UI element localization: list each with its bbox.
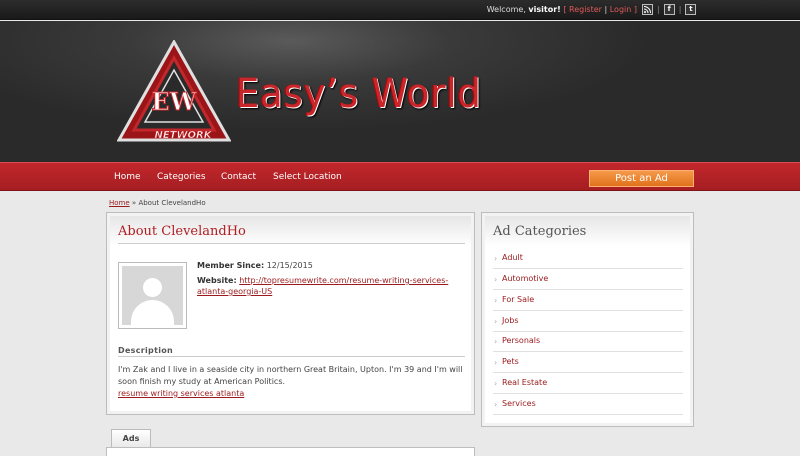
nav-contact[interactable]: Contact bbox=[221, 172, 256, 182]
website-link-line1: http://topresumewrite.com/resume-writing… bbox=[239, 276, 449, 285]
site-title[interactable]: Easy’s World bbox=[236, 71, 482, 117]
category-label: Jobs bbox=[502, 316, 519, 325]
breadcrumb-current: About ClevelandHo bbox=[138, 199, 206, 207]
sidebar-item-personals[interactable]: › Personals bbox=[493, 331, 683, 352]
chevron-right-icon: › bbox=[494, 296, 498, 305]
title-divider bbox=[118, 243, 465, 244]
breadcrumb-separator: » bbox=[131, 199, 137, 207]
description-heading: Description bbox=[118, 346, 174, 355]
category-label: Personals bbox=[502, 336, 541, 345]
description: I'm Zak and I live in a seaside city in … bbox=[118, 364, 468, 400]
chevron-right-icon: › bbox=[494, 254, 498, 263]
facebook-icon[interactable]: f bbox=[663, 4, 675, 15]
sidebar-item-automotive[interactable]: › Automotive bbox=[493, 269, 683, 290]
sidebar-item-for-sale[interactable]: › For Sale bbox=[493, 290, 683, 311]
site-header: EW NETWORK Easy’s World bbox=[0, 21, 800, 162]
sidebar-item-jobs[interactable]: › Jobs bbox=[493, 311, 683, 332]
post-ad-button[interactable]: Post an Ad bbox=[589, 170, 694, 187]
top-bar: Welcome, visitor! [ Register | Login ] |… bbox=[0, 0, 800, 20]
ew-triangle-logo: EW NETWORK bbox=[116, 38, 232, 142]
ads-tab-panel bbox=[106, 447, 475, 456]
category-label: Automotive bbox=[502, 274, 549, 283]
social-separator: | bbox=[678, 5, 682, 14]
avatar bbox=[118, 262, 187, 329]
chevron-right-icon: › bbox=[494, 337, 498, 346]
category-label: Services bbox=[502, 399, 536, 408]
rss-icon[interactable] bbox=[642, 4, 653, 15]
sidebar-item-services[interactable]: › Services bbox=[493, 394, 683, 415]
chevron-right-icon: › bbox=[494, 275, 498, 284]
bracket-open: [ bbox=[563, 5, 567, 14]
logo-center-text: EW bbox=[151, 87, 197, 116]
breadcrumb-home[interactable]: Home bbox=[109, 199, 130, 207]
chevron-right-icon: › bbox=[494, 317, 498, 326]
website: Website: http://topresumewrite.com/resum… bbox=[197, 275, 457, 297]
register-link[interactable]: Register bbox=[569, 5, 602, 14]
breadcrumb: Home » About ClevelandHo bbox=[109, 199, 206, 207]
twitter-icon[interactable]: t bbox=[685, 4, 697, 15]
rss-glyph bbox=[643, 6, 651, 14]
welcome-prefix: Welcome, bbox=[486, 5, 526, 14]
chevron-right-icon: › bbox=[494, 400, 498, 409]
site-logo[interactable]: EW NETWORK bbox=[116, 38, 232, 144]
category-label: Adult bbox=[502, 253, 523, 262]
website-label: Website: bbox=[197, 276, 237, 285]
category-label: Pets bbox=[502, 357, 519, 366]
ad-categories-panel: Ad Categories › Adult › Automotive › For… bbox=[481, 212, 694, 427]
chevron-right-icon: › bbox=[494, 379, 498, 388]
login-link[interactable]: Login bbox=[610, 5, 632, 14]
logo-bottom-text: NETWORK bbox=[154, 130, 212, 141]
social-separator: | bbox=[657, 5, 660, 14]
member-since: Member Since: 12/15/2015 bbox=[197, 261, 313, 270]
profile-panel: About ClevelandHo Member Since: 12/15/20… bbox=[106, 212, 475, 415]
nav-home[interactable]: Home bbox=[114, 172, 141, 182]
sidebar-item-adult[interactable]: › Adult bbox=[493, 248, 683, 269]
welcome-user: visitor! bbox=[528, 5, 561, 14]
page-title: About ClevelandHo bbox=[118, 224, 246, 239]
sidebar-title: Ad Categories bbox=[493, 224, 587, 239]
category-label: For Sale bbox=[502, 295, 535, 304]
category-label: Real Estate bbox=[502, 378, 548, 387]
member-since-label: Member Since: bbox=[197, 261, 265, 270]
description-text: I'm Zak and I live in a seaside city in … bbox=[118, 365, 463, 386]
description-divider bbox=[118, 356, 465, 357]
sidebar-item-pets[interactable]: › Pets bbox=[493, 352, 683, 373]
description-link[interactable]: resume writing services atlanta bbox=[118, 389, 244, 398]
chevron-right-icon: › bbox=[494, 358, 498, 367]
auth-separator: | bbox=[604, 5, 608, 14]
tab-ads[interactable]: Ads bbox=[111, 429, 151, 447]
social-links: | f | t bbox=[642, 4, 697, 15]
nav-select-location[interactable]: Select Location bbox=[273, 172, 342, 182]
sidebar-item-real-estate[interactable]: › Real Estate bbox=[493, 373, 683, 394]
bracket-close: ] bbox=[633, 5, 637, 14]
nav-categories[interactable]: Categories bbox=[157, 172, 206, 182]
member-since-value: 12/15/2015 bbox=[266, 261, 313, 270]
welcome-message: Welcome, visitor! [ Register | Login ] bbox=[487, 5, 637, 14]
website-link-line2: atlanta-georgia-US bbox=[197, 287, 273, 296]
default-avatar-icon bbox=[122, 266, 183, 325]
